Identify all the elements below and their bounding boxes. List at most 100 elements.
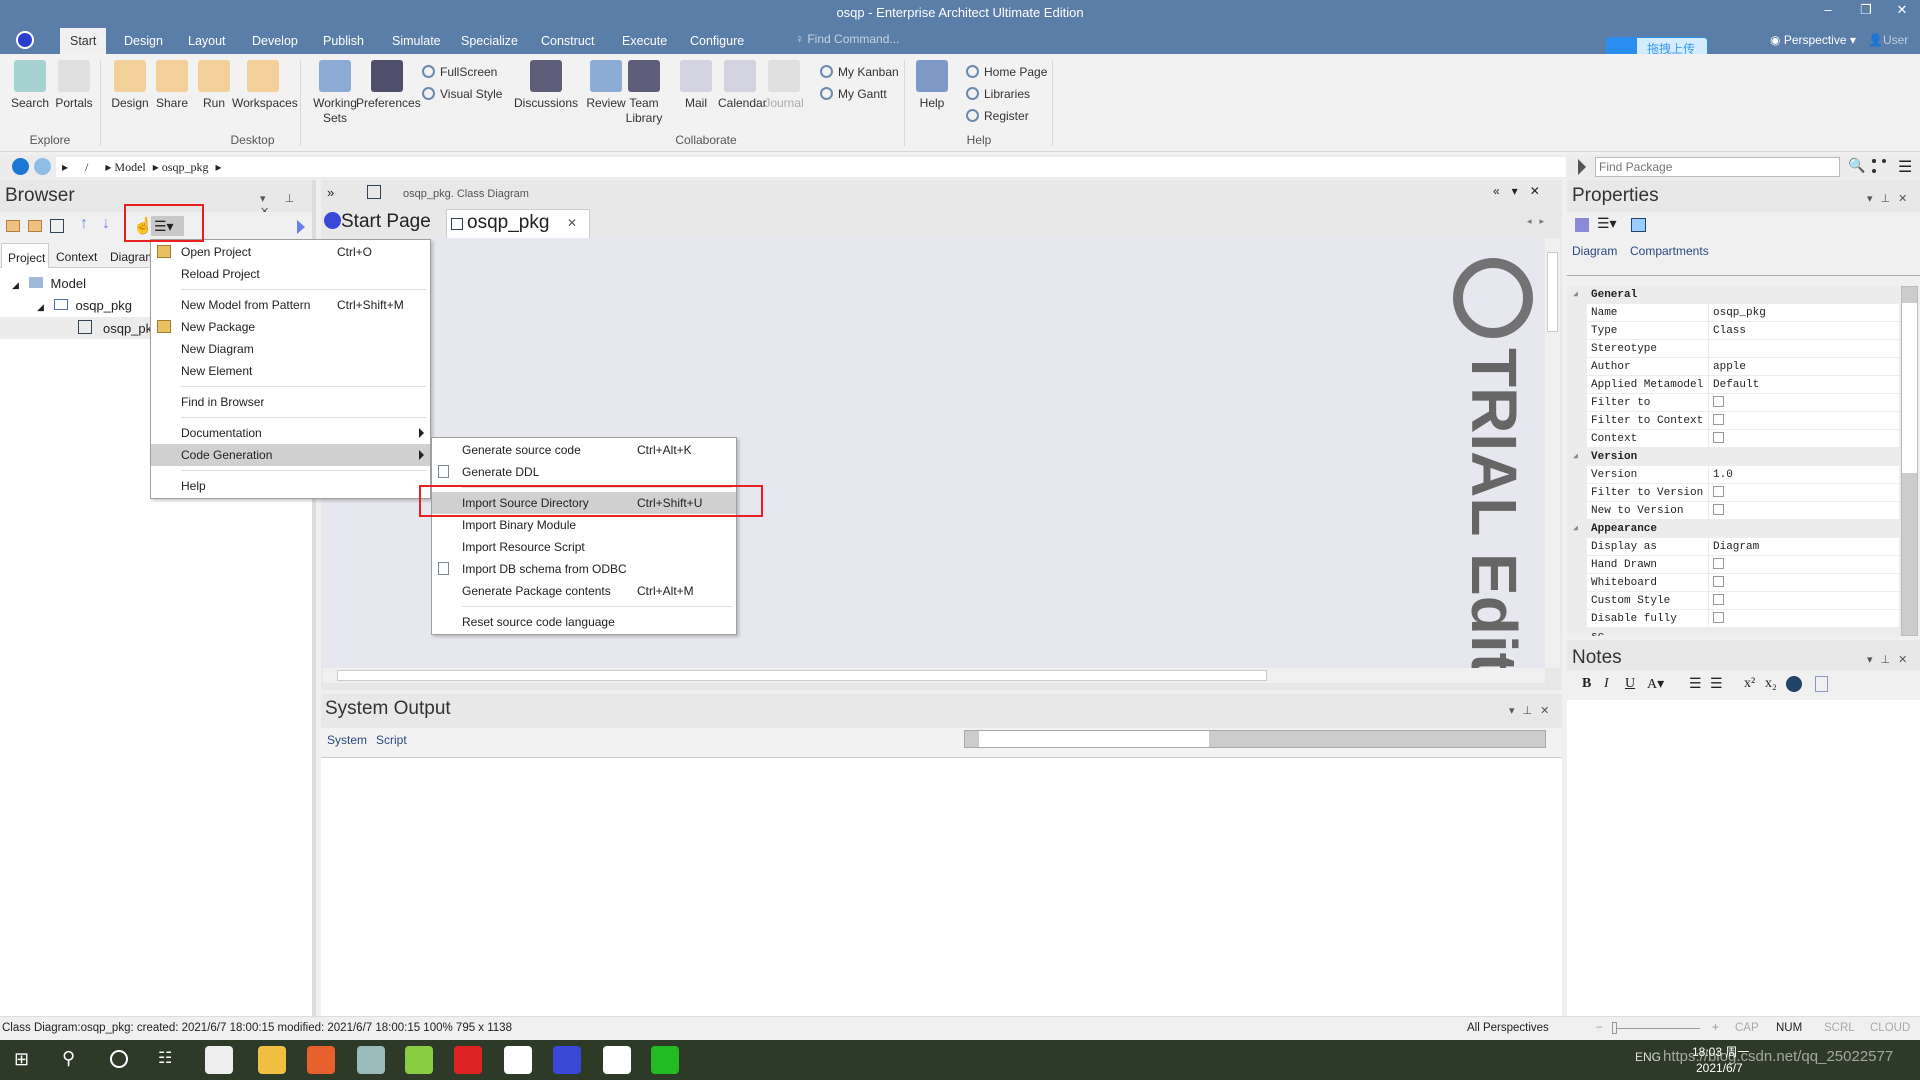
vertical-scrollbar[interactable] [1545, 238, 1560, 668]
ribbon-item-libraries[interactable]: Libraries [966, 86, 1030, 102]
bullet-list-icon[interactable]: ☰ [1689, 676, 1702, 693]
ribbon-tab-configure[interactable]: Configure [680, 28, 754, 54]
find-package-input[interactable] [1595, 157, 1840, 177]
tab-project[interactable]: Project [1, 243, 49, 268]
cortana-icon[interactable] [110, 1050, 128, 1068]
property-value[interactable]: apple [1709, 358, 1899, 375]
tab-system[interactable]: System [327, 733, 367, 747]
menu-item-help[interactable]: Help [151, 475, 430, 497]
ribbon-tab-simulate[interactable]: Simulate [382, 28, 451, 54]
menu-item-generate-source-code[interactable]: Generate source code Ctrl+Alt+K [432, 439, 736, 461]
diagram-controls[interactable]: «▾✕ [1493, 184, 1552, 198]
collapse-icon[interactable]: » [327, 185, 334, 200]
breadcrumb-item[interactable]: Model [114, 160, 145, 174]
move-up-icon[interactable]: ↑ [80, 215, 88, 233]
property-category[interactable]: ◢ Appearance [1567, 520, 1879, 538]
tab-diagram[interactable]: Diagram [110, 250, 155, 264]
ribbon-tab-publish[interactable]: Publish [313, 28, 374, 54]
property-value[interactable] [1709, 592, 1899, 609]
ribbon-button-discussions[interactable]: Discussions [514, 60, 578, 111]
back-button[interactable] [12, 158, 29, 175]
property-category[interactable]: ◢ Version [1567, 448, 1879, 466]
ribbon-tab-design[interactable]: Design [114, 28, 173, 54]
perspective-button[interactable]: ◉ Perspective ▾ [1770, 33, 1856, 47]
collapse-icon[interactable]: ◢ [1573, 286, 1578, 304]
search-icon[interactable]: 🔍 [1848, 157, 1865, 174]
breadcrumb-item[interactable]: / [85, 160, 88, 174]
property-checkbox[interactable] [1713, 396, 1724, 407]
output-scrollbar[interactable] [964, 730, 1546, 748]
menu-item-open-project[interactable]: Open Project Ctrl+O [151, 241, 430, 263]
ribbon-button-workspaces[interactable]: Workspaces [232, 60, 298, 111]
property-value[interactable] [1709, 484, 1899, 501]
collapse-icon[interactable]: ◢ [1573, 448, 1578, 466]
zoom-out-icon[interactable]: − [1596, 1017, 1603, 1039]
superscript-icon[interactable]: x² [1744, 676, 1755, 692]
ribbon-item-home-page[interactable]: Home Page [966, 64, 1047, 80]
property-value[interactable]: Class [1709, 322, 1899, 339]
document-icon[interactable] [504, 1046, 532, 1074]
task-view-icon[interactable]: ☷ [158, 1048, 172, 1068]
ribbon-tab-start[interactable]: Start [60, 28, 107, 54]
subscript-icon[interactable]: x₂ [1765, 676, 1777, 692]
ribbon-button-calendar[interactable]: Calendar [718, 60, 767, 111]
ribbon-item-my-kanban[interactable]: My Kanban [820, 64, 899, 80]
ribbon-item-fullscreen[interactable]: FullScreen [422, 64, 497, 80]
bold-button[interactable]: B [1582, 676, 1591, 692]
ribbon-button-help[interactable]: Help [910, 60, 954, 111]
property-checkbox[interactable] [1713, 486, 1724, 497]
property-checkbox[interactable] [1713, 558, 1724, 569]
menu-item-import-binary-module[interactable]: Import Binary Module [432, 514, 736, 536]
menu-item-code-generation[interactable]: Code Generation [151, 444, 430, 466]
ribbon-item-register[interactable]: Register [966, 108, 1029, 124]
ribbon-tab-specialize[interactable]: Specialize [451, 28, 528, 54]
minimize-button[interactable]: – [1810, 2, 1846, 22]
zoom-in-icon[interactable]: + [1712, 1017, 1719, 1039]
search-icon[interactable]: ⚲ [62, 1048, 75, 1069]
menu-item-new-element[interactable]: New Element [151, 360, 430, 382]
restore-button[interactable]: ❐ [1848, 2, 1884, 22]
property-value[interactable] [1709, 574, 1899, 591]
property-value[interactable]: Default [1709, 376, 1899, 393]
tab-diagram[interactable]: Diagram [1572, 244, 1617, 258]
property-value[interactable]: Diagram [1709, 538, 1899, 555]
ribbon-item-visual-style[interactable]: Visual Style [422, 86, 502, 102]
menu-item-new-model-from-pattern[interactable]: New Model from Pattern Ctrl+Shift+M [151, 294, 430, 316]
property-value[interactable] [1709, 502, 1899, 519]
save-icon[interactable] [1575, 218, 1589, 232]
property-value[interactable] [1709, 430, 1899, 447]
expand-arrow-icon[interactable] [297, 220, 305, 234]
properties-scrollbar[interactable] [1901, 286, 1918, 636]
diagram-icon[interactable] [50, 219, 64, 233]
menu-item-reset-source-code-language[interactable]: Reset source code language [432, 611, 736, 633]
menu-item-generate-package-contents[interactable]: Generate Package contents Ctrl+Alt+M [432, 580, 736, 602]
panel-controls[interactable]: ▾⊥✕ [1867, 653, 1915, 666]
menu-item-import-resource-script[interactable]: Import Resource Script [432, 536, 736, 558]
ribbon-item-my-gantt[interactable]: My Gantt [820, 86, 887, 102]
tab-start-page[interactable]: Start Page [324, 211, 431, 233]
font-color-icon[interactable]: A▾ [1647, 676, 1664, 693]
zoom-slider[interactable] [1612, 1022, 1700, 1034]
property-checkbox[interactable] [1713, 594, 1724, 605]
expand-arrow-icon[interactable] [1578, 159, 1586, 175]
ribbon-button-mail[interactable]: Mail [674, 60, 718, 111]
ribbon-button-team-library[interactable]: Team Library [622, 60, 666, 126]
numbered-list-icon[interactable]: ☰ [1710, 676, 1723, 693]
find-command-input[interactable]: ♀ Find Command... [795, 32, 899, 46]
ribbon-button-journal[interactable]: Journal [762, 60, 806, 111]
ribbon-button-search[interactable]: Search [8, 60, 52, 111]
property-checkbox[interactable] [1713, 576, 1724, 587]
tab-scroll-arrows[interactable]: ◂▸ [1527, 216, 1552, 227]
underline-button[interactable]: U [1625, 676, 1635, 692]
property-checkbox[interactable] [1713, 414, 1724, 425]
ribbon-tab-construct[interactable]: Construct [531, 28, 605, 54]
menu-item-new-package[interactable]: New Package [151, 316, 430, 338]
move-down-icon[interactable]: ↓ [102, 215, 110, 233]
menu-item-generate-ddl[interactable]: Generate DDL [432, 461, 736, 483]
tree-item-package[interactable]: ◢ osqp_pkg [37, 298, 132, 313]
ribbon-button-run[interactable]: Run [192, 60, 236, 111]
panel-controls[interactable]: ▾⊥✕ [1509, 704, 1557, 717]
enterprise-architect-icon[interactable] [553, 1046, 581, 1074]
menu-item-new-diagram[interactable]: New Diagram [151, 338, 430, 360]
notepad-icon[interactable] [405, 1046, 433, 1074]
